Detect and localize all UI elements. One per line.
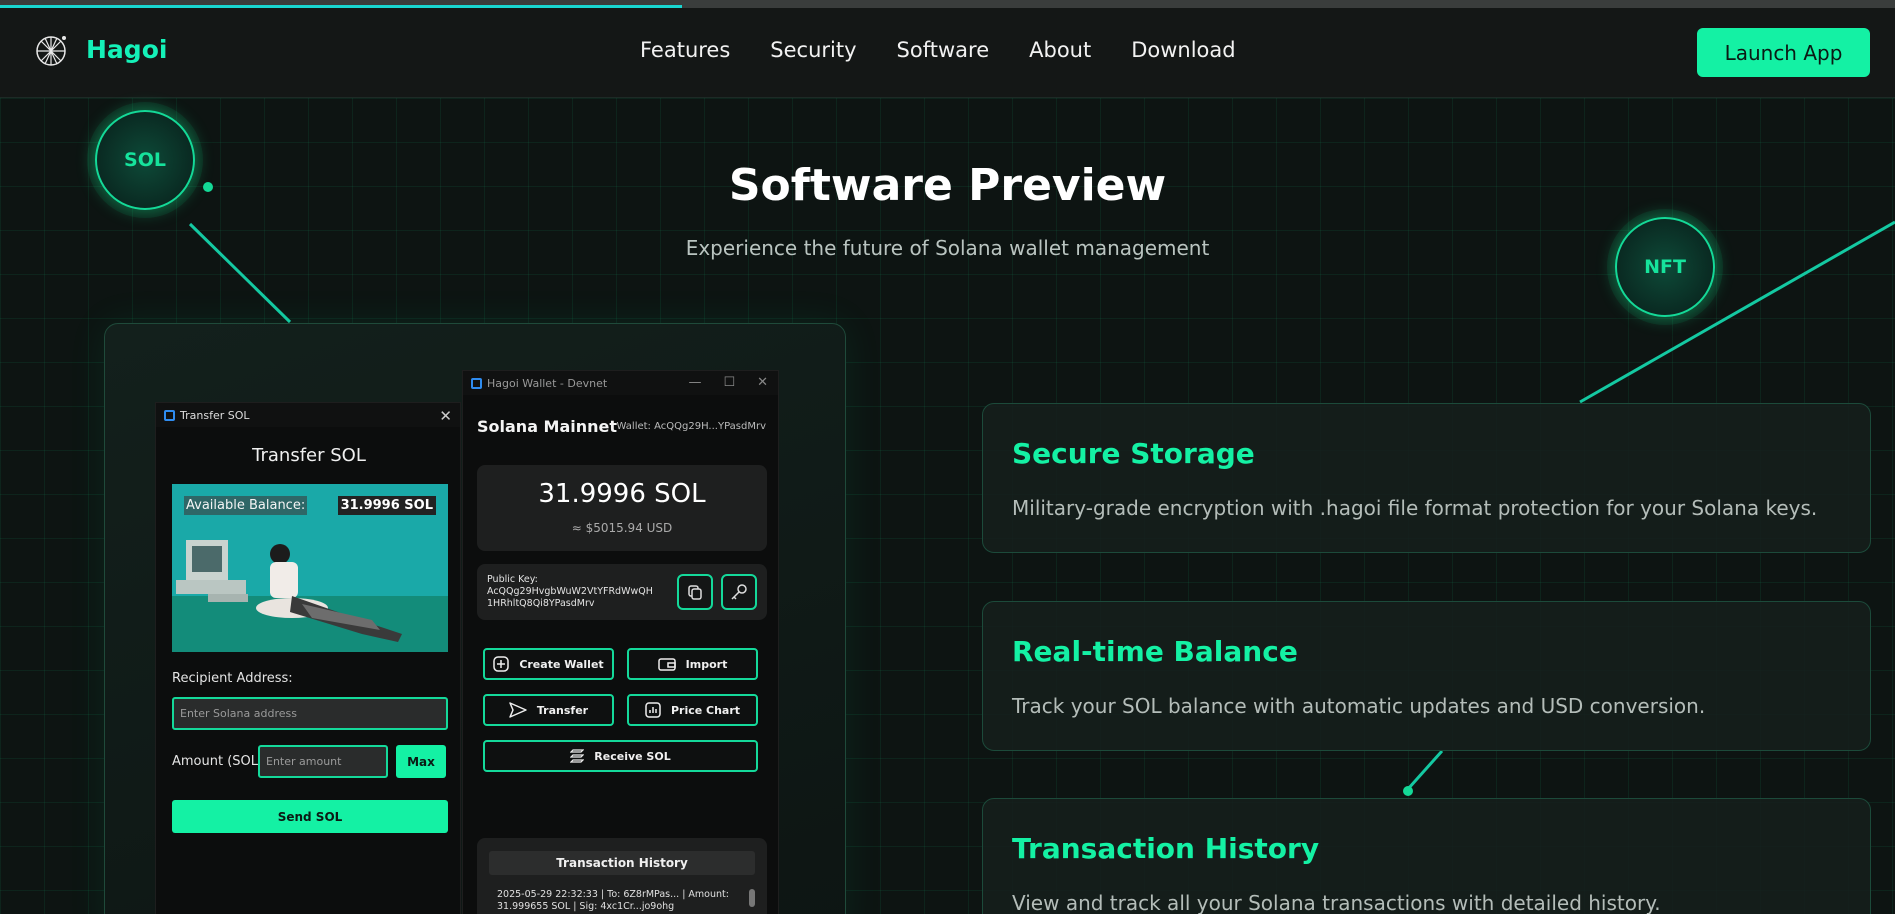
- public-key-text: Public Key: AcQQg29HvgbWuW2VtYFRdWwQH1HR…: [487, 574, 657, 610]
- app-window-icon: [471, 377, 482, 389]
- transfer-window-titlebar: Transfer SOL: [156, 403, 460, 427]
- public-key-label: Public Key:: [487, 574, 538, 585]
- transfer-window-title: Transfer SOL: [180, 408, 250, 422]
- app-window-icon: [164, 409, 175, 421]
- recipient-label: Recipient Address:: [172, 671, 293, 686]
- price-chart-button[interactable]: Price Chart: [627, 694, 758, 726]
- section-subtitle: Experience the future of Solana wallet m…: [685, 236, 1210, 260]
- logo-icon[interactable]: [34, 34, 68, 68]
- minimize-icon[interactable]: —: [688, 375, 701, 390]
- feature-card-real-time-balance: Real-time Balance Track your SOL balance…: [982, 601, 1871, 751]
- balance-card: 31.9996 SOL ≈ $5015.94 USD: [477, 465, 767, 551]
- plus-circle-icon: [493, 656, 510, 672]
- maximize-icon[interactable]: ☐: [723, 375, 735, 390]
- brand-name[interactable]: Hagoi: [86, 35, 167, 64]
- section-title: Software Preview: [728, 160, 1167, 211]
- feature-title: Transaction History: [1012, 832, 1320, 865]
- send-icon: [509, 702, 527, 718]
- import-button[interactable]: Import: [627, 648, 758, 680]
- amount-label: Amount (SOL):: [172, 754, 268, 769]
- nft-badge: NFT: [1615, 217, 1715, 317]
- send-sol-button[interactable]: Send SOL: [172, 800, 448, 833]
- copy-key-button[interactable]: [677, 574, 713, 610]
- sol-balance: 31.9996 SOL: [538, 479, 706, 509]
- nav-about[interactable]: About: [1029, 38, 1091, 62]
- nav-security[interactable]: Security: [770, 38, 856, 62]
- available-balance-label: Available Balance:: [184, 496, 308, 515]
- close-icon[interactable]: ✕: [439, 407, 452, 425]
- transaction-entry: 2025-05-29 22:32:33 | To: 6Z8rMPas... | …: [497, 889, 729, 912]
- transfer-button[interactable]: Transfer: [483, 694, 614, 726]
- create-wallet-button[interactable]: Create Wallet: [483, 648, 614, 680]
- window-controls: — ☐ ✕: [688, 375, 768, 390]
- launch-app-button[interactable]: Launch App: [1697, 28, 1870, 77]
- usd-balance: ≈ $5015.94 USD: [571, 521, 673, 535]
- transfer-window: Transfer SOL ✕ Transfer SOL Available Ba…: [155, 402, 461, 914]
- feature-description: View and track all your Solana transacti…: [1012, 891, 1661, 914]
- public-key-value: AcQQg29HvgbWuW2VtYFRdWwQH1HRhltQ8Qi8YPas…: [487, 586, 653, 609]
- max-button[interactable]: Max: [396, 745, 446, 778]
- site-header: Hagoi Features Security Software About D…: [0, 8, 1895, 98]
- receive-sol-label: Receive SOL: [594, 749, 671, 763]
- close-icon[interactable]: ✕: [757, 375, 768, 390]
- transfer-label: Transfer: [536, 703, 589, 717]
- wallet-window-title: Hagoi Wallet - Devnet: [487, 376, 608, 390]
- transaction-history-title: Transaction History: [489, 851, 755, 875]
- transfer-banner-image: Available Balance: 31.9996 SOL: [172, 484, 448, 652]
- feature-card-transaction-history: Transaction History View and track all y…: [982, 798, 1871, 914]
- feature-title: Secure Storage: [1012, 437, 1255, 470]
- available-balance-value: 31.9996 SOL: [337, 496, 436, 515]
- history-scrollbar[interactable]: [749, 889, 755, 907]
- price-chart-label: Price Chart: [670, 703, 741, 717]
- show-key-button[interactable]: [721, 574, 757, 610]
- copy-icon: [688, 585, 702, 600]
- transfer-heading: Transfer SOL: [252, 445, 366, 466]
- receive-sol-button[interactable]: Receive SOL: [483, 740, 758, 772]
- solana-icon: [570, 749, 585, 763]
- feature-description: Track your SOL balance with automatic up…: [1012, 694, 1706, 718]
- feature-card-secure-storage: Secure Storage Military-grade encryption…: [982, 403, 1871, 553]
- create-wallet-label: Create Wallet: [519, 657, 604, 671]
- sol-badge: SOL: [95, 110, 195, 210]
- transaction-history-card: Transaction History 2025-05-29 22:32:33 …: [477, 838, 767, 914]
- nav-download[interactable]: Download: [1131, 38, 1235, 62]
- chart-icon: [645, 702, 661, 718]
- wallet-window: Hagoi Wallet - Devnet — ☐ ✕ Solana Mainn…: [462, 370, 779, 914]
- feature-title: Real-time Balance: [1012, 635, 1298, 668]
- public-key-card: Public Key: AcQQg29HvgbWuW2VtYFRdWwQH1HR…: [477, 564, 767, 620]
- feature-description: Military-grade encryption with .hagoi fi…: [1012, 496, 1818, 520]
- nav-features[interactable]: Features: [640, 38, 730, 62]
- main-nav: Features Security Software About Downloa…: [640, 38, 1236, 62]
- import-label: Import: [685, 657, 728, 671]
- network-name: Solana Mainnet: [477, 417, 618, 436]
- key-icon: [731, 584, 747, 600]
- nav-software[interactable]: Software: [897, 38, 990, 62]
- recipient-address-input[interactable]: [172, 697, 448, 730]
- amount-input[interactable]: [258, 745, 388, 778]
- wallet-icon: [657, 658, 676, 671]
- wallet-address-short: Wallet: AcQQg29H...YPasdMrv: [616, 421, 766, 432]
